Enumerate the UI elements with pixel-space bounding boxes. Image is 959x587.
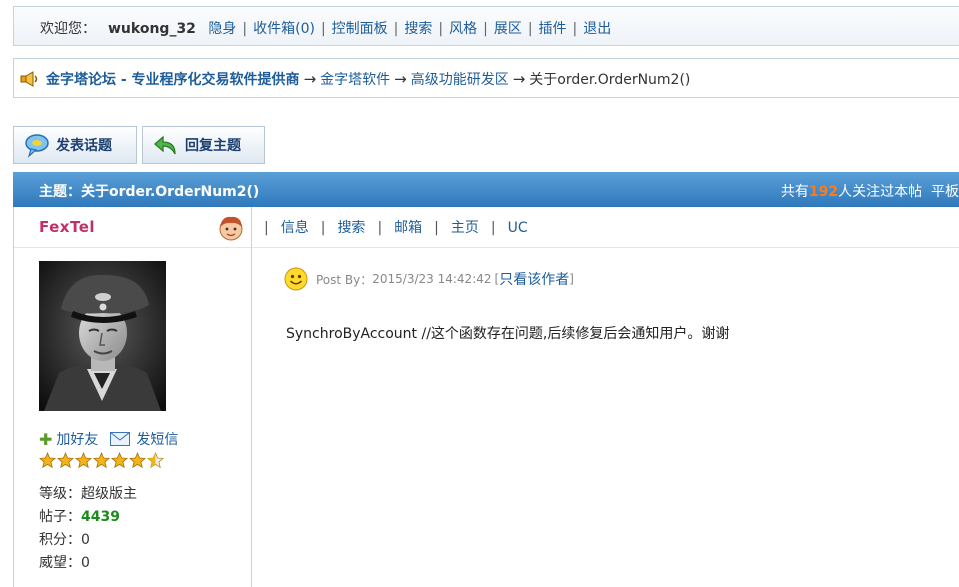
breadcrumb-site[interactable]: 金字塔论坛 - 专业程序化交易软件提供商 <box>46 69 300 89</box>
star-icon <box>39 452 56 469</box>
link-logout[interactable]: 退出 <box>583 21 611 37</box>
reply-topic-button[interactable]: 回复主题 <box>142 126 265 164</box>
envelope-icon <box>110 432 131 446</box>
new-topic-label[interactable]: 发表话题 <box>56 135 112 155</box>
author-avatar <box>39 261 166 411</box>
link-invisible[interactable]: 隐身 <box>208 21 236 37</box>
post-content-panel: | 信息 | 搜索 | 邮箱 | 主页 | UC Post By： 2015/3/23 14:42… <box>252 207 959 587</box>
add-friend-link[interactable]: 加好友 <box>56 429 98 449</box>
author-panel: FexTel ✚ 加好友 发短信 等级：超级版主 帖子：4439 积分：0 威望… <box>14 207 252 587</box>
male-avatar-icon <box>219 216 243 241</box>
star-icon <box>93 452 110 469</box>
author-uc-link[interactable]: UC <box>508 220 528 236</box>
post-body: SynchroByAccount //这个函数存在问题,后续修复后会通知用户。谢… <box>286 326 730 342</box>
breadcrumb-item-advanced[interactable]: 高级功能研发区 <box>411 69 509 89</box>
welcome-label: 欢迎您： <box>40 21 96 37</box>
breadcrumb-current: 关于order.OrderNum2() <box>529 72 691 88</box>
stat-prestige: 威望：0 <box>39 555 90 571</box>
view-mode-link[interactable]: 平板 <box>931 184 959 200</box>
stat-level: 等级：超级版主 <box>39 486 137 502</box>
avatar-portrait-image <box>39 261 166 411</box>
author-homepage-link[interactable]: 主页 <box>451 220 479 236</box>
link-plugins[interactable]: 插件 <box>539 21 567 37</box>
topic-title: 主题：关于order.OrderNum2() <box>39 184 260 200</box>
post-date: 2015/3/23 14:42:42 <box>372 272 492 286</box>
post-meta: Post By： 2015/3/23 14:42:42 [只看该作者] <box>284 267 574 291</box>
megaphone-icon <box>20 71 38 87</box>
new-topic-button[interactable]: 发表话题 <box>13 126 137 164</box>
breadcrumb-arrow: → <box>512 70 526 88</box>
send-message-link[interactable]: 发短信 <box>136 429 178 449</box>
reply-topic-label[interactable]: 回复主题 <box>185 135 241 155</box>
breadcrumb: 金字塔论坛 - 专业程序化交易软件提供商 → 金字塔软件 → 高级功能研发区 →… <box>13 58 959 98</box>
breadcrumb-item-software[interactable]: 金字塔软件 <box>320 69 390 89</box>
star-icon <box>57 452 74 469</box>
link-style[interactable]: 风格 <box>449 21 477 37</box>
breadcrumb-arrow: → <box>394 70 407 88</box>
user-top-bar: 欢迎您： wukong_32 隐身 | 收件箱(0) | 控制面板 | 搜索 | 风格 | 展区 | 插件… <box>13 6 959 46</box>
link-showcase[interactable]: 展区 <box>494 21 522 37</box>
topic-header: 主题：关于order.OrderNum2() 共有192人关注过本帖 平板 <box>13 172 959 207</box>
watch-count: 192 <box>808 184 839 200</box>
user-top-row: 欢迎您： wukong_32 隐身 | 收件箱(0) | 控制面板 | 搜索 | 风格 | 展区 | 插件… <box>40 21 612 37</box>
star-icon <box>111 452 128 469</box>
author-search-link[interactable]: 搜索 <box>337 220 365 236</box>
speech-bubble-icon <box>25 134 49 158</box>
author-name[interactable]: FexTel <box>39 218 95 236</box>
rank-stars <box>39 452 164 469</box>
star-icon <box>75 452 92 469</box>
author-nav: | 信息 | 搜索 | 邮箱 | 主页 | UC <box>252 207 959 248</box>
plus-icon: ✚ <box>39 429 53 449</box>
stat-posts: 帖子：4439 <box>39 509 120 525</box>
link-control-panel[interactable]: 控制面板 <box>332 21 388 37</box>
smiley-icon <box>284 267 308 291</box>
breadcrumb-arrow: → <box>303 70 317 88</box>
link-inbox[interactable]: 收件箱(0) <box>253 21 315 37</box>
only-author-link[interactable]: 只看该作者 <box>499 269 569 289</box>
link-search[interactable]: 搜索 <box>404 21 432 37</box>
stat-score: 积分：0 <box>39 532 90 548</box>
half-star-icon <box>147 452 164 469</box>
author-mail-link[interactable]: 邮箱 <box>394 220 422 236</box>
post-container: FexTel ✚ 加好友 发短信 等级：超级版主 帖子：4439 积分：0 威望… <box>13 207 959 587</box>
author-info-link[interactable]: 信息 <box>281 220 309 236</box>
post-by-label: Post By： <box>316 272 373 287</box>
reply-arrow-icon <box>154 135 176 155</box>
current-username[interactable]: wukong_32 <box>108 21 196 37</box>
author-stats: 等级：超级版主 帖子：4439 积分：0 威望：0 <box>39 483 137 575</box>
topic-watchers: 共有192人关注过本帖 平板 <box>780 184 959 200</box>
star-icon <box>129 452 146 469</box>
